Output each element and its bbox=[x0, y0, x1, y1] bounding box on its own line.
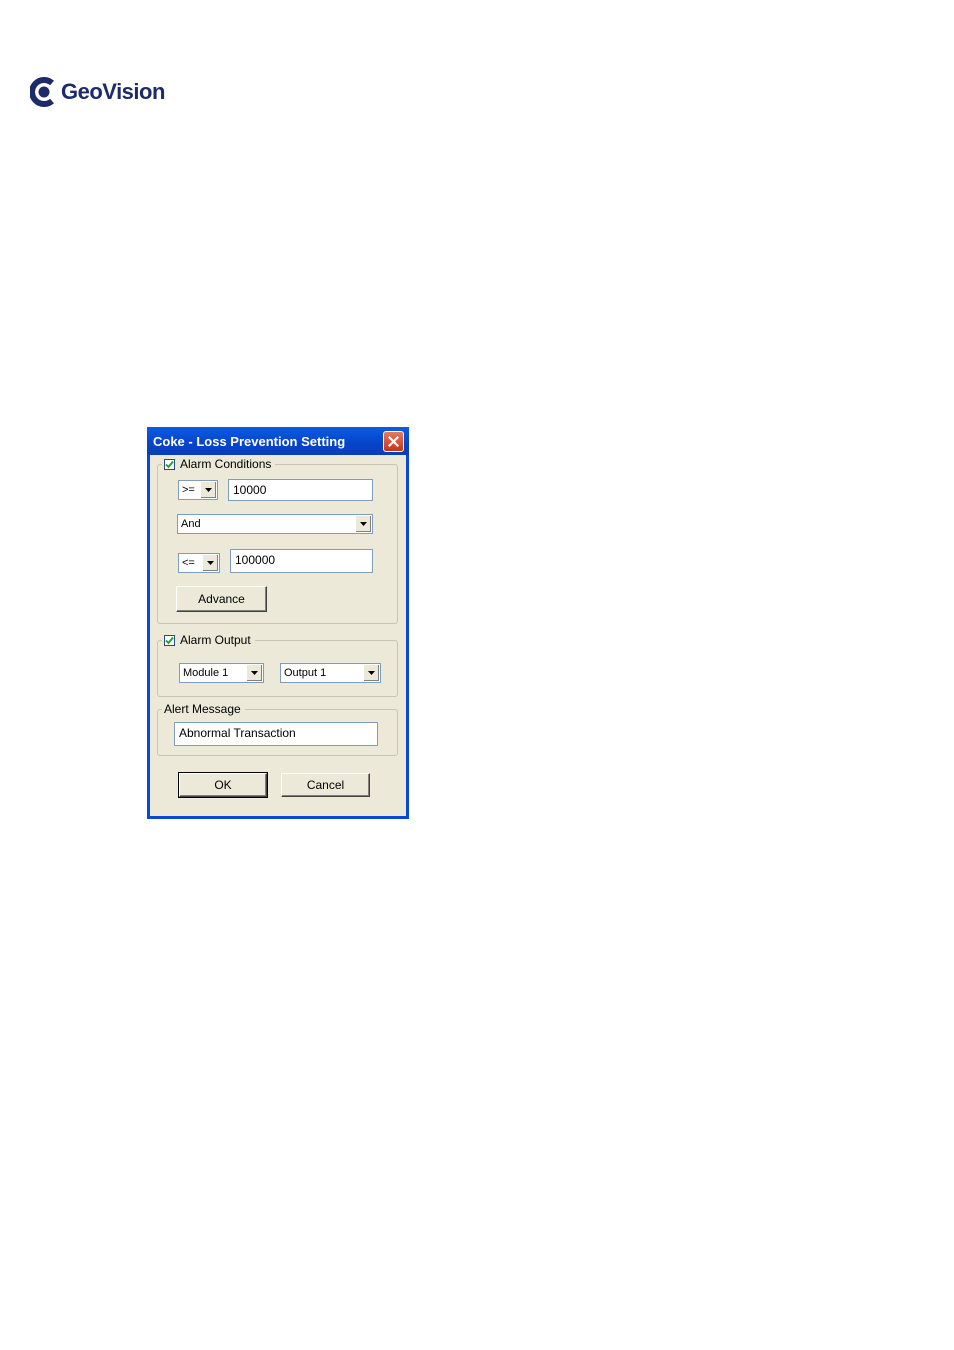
alarm-output-label: Alarm Output bbox=[180, 633, 251, 647]
alert-message-group: Alert Message Abnormal Transaction bbox=[157, 702, 398, 756]
value2-text: 100000 bbox=[235, 553, 276, 567]
close-icon bbox=[388, 436, 399, 447]
alarm-output-checkbox[interactable] bbox=[164, 634, 175, 646]
alarm-conditions-legend: Alarm Conditions bbox=[162, 457, 276, 471]
operator2-dropdown-button[interactable] bbox=[202, 555, 218, 571]
alarm-output-legend: Alarm Output bbox=[162, 633, 255, 647]
alarm-conditions-label: Alarm Conditions bbox=[180, 457, 272, 471]
logic-value: And bbox=[181, 518, 201, 530]
logic-dropdown-button[interactable] bbox=[355, 516, 371, 532]
ok-button-label: OK bbox=[214, 778, 232, 792]
alarm-output-group: Alarm Output Module 1 Output 1 bbox=[157, 633, 398, 697]
chevron-down-icon bbox=[368, 671, 375, 675]
dialog-titlebar[interactable]: Coke - Loss Prevention Setting bbox=[147, 427, 409, 455]
cancel-button[interactable]: Cancel bbox=[281, 773, 370, 797]
dialog-title: Coke - Loss Prevention Setting bbox=[153, 434, 346, 449]
close-button[interactable] bbox=[383, 431, 404, 452]
alert-message-legend: Alert Message bbox=[162, 702, 245, 716]
loss-prevention-dialog: Coke - Loss Prevention Setting Alarm Con… bbox=[147, 427, 409, 819]
alert-message-label: Alert Message bbox=[164, 702, 241, 716]
geovision-logo: GeoVision bbox=[30, 72, 165, 112]
output-dropdown-button[interactable] bbox=[363, 665, 379, 681]
operator2-value: <= bbox=[182, 557, 195, 569]
advance-button-label: Advance bbox=[198, 592, 245, 606]
value2-input[interactable]: 100000 bbox=[230, 549, 373, 573]
checkmark-icon bbox=[165, 636, 174, 644]
value1-input[interactable]: 10000 bbox=[228, 479, 373, 501]
alarm-conditions-group: Alarm Conditions >= 10000 And <= 100000 … bbox=[157, 457, 398, 624]
cancel-button-label: Cancel bbox=[306, 778, 345, 792]
operator1-value: >= bbox=[182, 484, 195, 496]
module-dropdown-button[interactable] bbox=[246, 665, 262, 681]
chevron-down-icon bbox=[360, 522, 367, 526]
chevron-down-icon bbox=[251, 671, 258, 675]
module-value: Module 1 bbox=[183, 667, 229, 679]
advance-button[interactable]: Advance bbox=[176, 586, 267, 612]
operator2-select[interactable]: <= bbox=[178, 553, 220, 573]
logic-select[interactable]: And bbox=[177, 514, 373, 534]
alert-message-text: Abnormal Transaction bbox=[179, 726, 296, 740]
ok-button[interactable]: OK bbox=[178, 772, 268, 798]
chevron-down-icon bbox=[207, 561, 214, 565]
operator1-dropdown-button[interactable] bbox=[200, 482, 216, 498]
logo-brand-text: GeoVision bbox=[61, 79, 165, 104]
operator1-select[interactable]: >= bbox=[178, 480, 218, 500]
chevron-down-icon bbox=[205, 488, 212, 492]
value1-text: 10000 bbox=[233, 483, 267, 497]
checkmark-icon bbox=[165, 460, 174, 468]
geovision-logo-icon bbox=[30, 77, 54, 107]
alarm-conditions-checkbox[interactable] bbox=[164, 458, 175, 470]
alert-message-input[interactable]: Abnormal Transaction bbox=[174, 722, 378, 746]
dialog-body: Alarm Conditions >= 10000 And <= 100000 … bbox=[150, 455, 406, 816]
output-select[interactable]: Output 1 bbox=[280, 663, 381, 683]
module-select[interactable]: Module 1 bbox=[179, 663, 264, 683]
output-value: Output 1 bbox=[284, 667, 327, 679]
